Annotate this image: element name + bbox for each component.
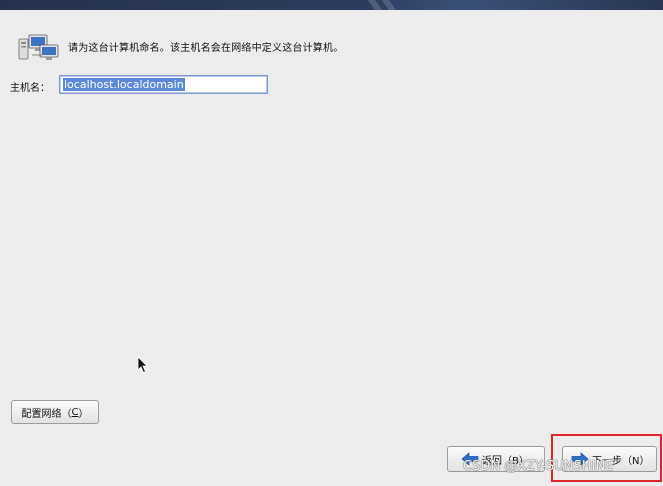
arrow-right-icon: [571, 452, 589, 466]
arrow-left-icon: [461, 452, 479, 466]
network-computers-icon: [18, 34, 59, 60]
next-button[interactable]: 下一步（N）: [562, 446, 657, 472]
configure-network-button[interactable]: 配置网络（ C）: [11, 400, 99, 424]
next-button-label: 下一步（N）: [592, 455, 650, 467]
back-button[interactable]: 返回（B）: [447, 446, 545, 472]
configure-network-mnemonic: C: [71, 406, 79, 418]
header-instruction: 请为这台计算机命名。该主机名会在网络中定义这台计算机。: [68, 43, 344, 54]
configure-network-label-suffix: ）: [78, 408, 89, 420]
top-banner: [0, 0, 663, 10]
mouse-cursor-icon: [137, 356, 148, 374]
back-button-label: 返回（B）: [482, 455, 529, 467]
hostname-label: 主机名：: [10, 83, 50, 94]
hostname-value: localhost.localdomain: [63, 78, 185, 91]
configure-network-label-prefix: 配置网络（: [21, 408, 72, 420]
hostname-input[interactable]: localhost.localdomain: [59, 75, 268, 94]
